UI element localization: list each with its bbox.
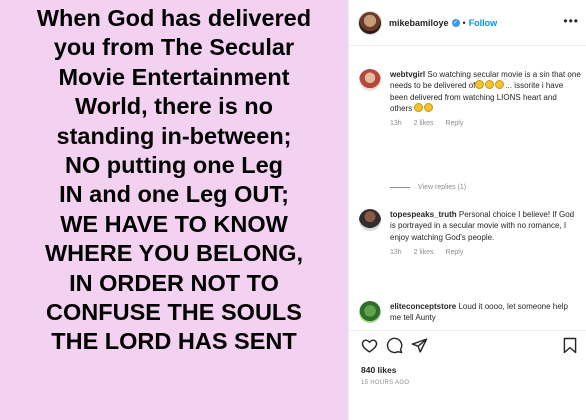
avatar[interactable]	[358, 10, 382, 35]
share-icon[interactable]	[411, 337, 428, 354]
bookmark-icon[interactable]	[563, 337, 577, 354]
post-line: WHERE YOU BELONG,	[44, 240, 304, 267]
comment-likes[interactable]: 2 likes	[414, 249, 434, 256]
comment-text: webtvgirl So watching secular movie is a…	[390, 69, 581, 114]
post-timestamp: 15 HOURS AGO	[361, 380, 410, 386]
view-replies-button[interactable]: View replies (1)	[390, 184, 466, 191]
post-line: IN ORDER NOT TO	[69, 269, 279, 296]
view-replies-label[interactable]: View replies (1)	[418, 184, 466, 191]
post-line: NO putting one Leg	[65, 152, 283, 179]
comment-username[interactable]: eliteconceptstore	[390, 302, 456, 311]
author-username[interactable]: mikebamiloye	[389, 18, 449, 28]
like-count[interactable]: 840 likes	[361, 365, 396, 375]
comment-item: eliteconceptstore Loud it oooo, let some…	[359, 301, 581, 324]
post-quote-text: When God has delivered you from The Secu…	[2, 4, 346, 357]
action-icons	[361, 337, 428, 354]
comment-meta: 13h 2 likes Reply	[390, 249, 581, 256]
post-line: CONFUSE THE SOULS	[46, 299, 302, 326]
post-image: When God has delivered you from The Secu…	[0, 0, 348, 420]
laughing-emoji-icon	[414, 102, 424, 112]
post-line: you from The Secular	[53, 34, 295, 61]
comment-heart-icon[interactable]: ♡	[568, 73, 575, 82]
follow-button[interactable]: Follow	[469, 18, 498, 28]
laughing-emoji-icon	[475, 80, 485, 90]
comment-text: eliteconceptstore Loud it oooo, let some…	[390, 301, 581, 324]
reply-button[interactable]: Reply	[445, 249, 463, 256]
laughing-emoji-icon	[495, 80, 505, 90]
laughing-emoji-icon	[424, 102, 434, 112]
comment-likes[interactable]: 2 likes	[414, 120, 434, 127]
post-line: standing in-between;	[56, 122, 292, 149]
divider	[390, 187, 410, 188]
comment-time: 13h	[390, 120, 402, 128]
comment-item: webtvgirl So watching secular movie is a…	[359, 69, 581, 127]
post-line: Movie Entertainment	[58, 63, 290, 90]
avatar[interactable]	[359, 301, 381, 323]
verified-icon: ✓	[451, 18, 460, 27]
post-side-panel: mikebamiloye ✓ • Follow ••• webtvgirl So…	[348, 0, 586, 420]
more-icon[interactable]: •••	[563, 14, 579, 28]
separator: •	[462, 17, 466, 28]
comment-meta: 13h 2 likes Reply	[390, 120, 581, 127]
post-header: mikebamiloye ✓ • Follow •••	[349, 0, 586, 46]
comment-username[interactable]: webtvgirl	[390, 70, 425, 79]
post-line: When God has delivered	[36, 5, 312, 31]
comments-list[interactable]: webtvgirl So watching secular movie is a…	[349, 47, 586, 329]
laughing-emoji-icon	[485, 80, 495, 90]
comment-username[interactable]: topespeaks_truth	[390, 210, 457, 219]
comment-heart-icon[interactable]: ♡	[568, 213, 575, 222]
comment-time: 13h	[390, 248, 402, 256]
avatar[interactable]	[359, 69, 381, 91]
reply-button[interactable]: Reply	[445, 120, 463, 127]
comment-item: topespeaks_truth Personal choice I belie…	[359, 209, 581, 256]
avatar[interactable]	[359, 209, 381, 231]
post-actions: 840 likes 15 HOURS AGO	[349, 330, 586, 420]
post-line: IN and one Leg OUT;	[59, 181, 289, 208]
post-line: THE LORD HAS SENT	[51, 328, 297, 355]
post-line: WE HAVE TO KNOW	[60, 210, 288, 237]
comment-icon[interactable]	[386, 337, 403, 354]
heart-icon[interactable]	[361, 337, 378, 354]
comment-text: topespeaks_truth Personal choice I belie…	[390, 209, 581, 243]
post-line: World, there is no	[74, 93, 274, 120]
